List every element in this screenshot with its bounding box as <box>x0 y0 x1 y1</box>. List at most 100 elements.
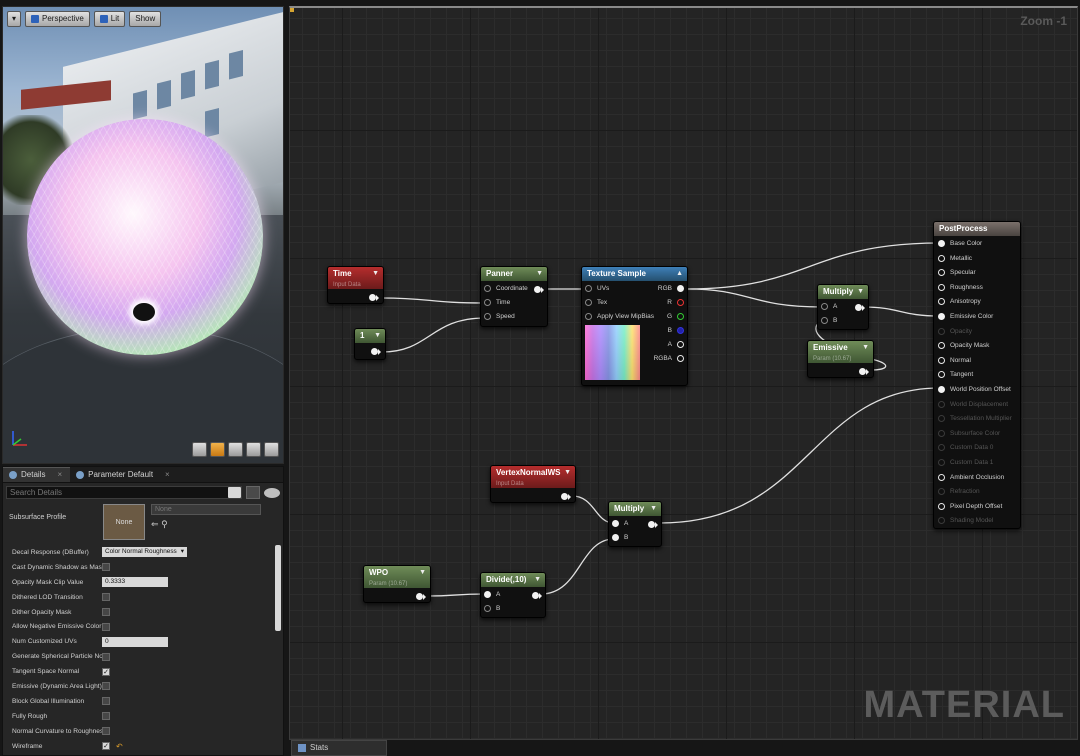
input-pin-time[interactable]: Time <box>484 299 510 306</box>
input-pin-b[interactable]: B <box>484 605 500 612</box>
node-vertex-normal-ws[interactable]: VertexNormalWS Input Data ▼ <box>490 465 576 503</box>
spherical-particle-normal-checkbox[interactable] <box>102 652 110 661</box>
node-panner[interactable]: Panner ▼ Coordinate Time Speed <box>480 266 548 327</box>
output-pin-a[interactable]: A <box>668 341 684 348</box>
material-graph[interactable]: Zoom -1 Time Input Data ▼ 1 ▼ Panner ▼ C… <box>289 6 1078 740</box>
viewport-options-dropdown[interactable]: ▾ <box>7 11 21 27</box>
sphere-preview-icon[interactable] <box>210 442 225 457</box>
postprocess-pin[interactable]: Normal <box>938 356 971 364</box>
normal-curvature-roughness-checkbox[interactable] <box>102 727 110 736</box>
postprocess-pin[interactable]: Specular <box>938 269 976 277</box>
collapse-arrow-icon[interactable]: ▼ <box>372 267 379 281</box>
subsurface-profile-thumbnail[interactable]: None <box>103 504 145 540</box>
fully-rough-checkbox[interactable] <box>102 712 110 721</box>
collapse-arrow-icon[interactable]: ▲ <box>676 267 683 281</box>
output-pin-g[interactable]: G <box>667 313 684 320</box>
collapse-arrow-icon[interactable]: ▼ <box>857 285 864 299</box>
collapse-arrow-icon[interactable]: ▼ <box>564 466 571 480</box>
wireframe-checkbox[interactable] <box>102 742 110 751</box>
dither-opacity-mask-checkbox[interactable] <box>102 608 110 616</box>
emissive-area-light-checkbox[interactable] <box>102 682 110 691</box>
input-pin-coordinate[interactable]: Coordinate <box>484 285 528 292</box>
block-global-illumination-checkbox[interactable] <box>102 697 110 706</box>
postprocess-pin[interactable]: Anisotropy <box>938 298 981 306</box>
preview-viewport[interactable]: ▾ Perspective Lit Show <box>2 6 284 464</box>
tab-parameter-defaults[interactable]: Parameter Default × <box>70 467 178 482</box>
postprocess-pin[interactable]: Custom Data 0 <box>938 444 993 452</box>
collapse-arrow-icon[interactable]: ▼ <box>650 502 657 516</box>
postprocess-pin[interactable]: Refraction <box>938 488 980 496</box>
tab-stats[interactable]: Stats <box>291 740 387 756</box>
decal-response-dropdown[interactable]: Color Normal Roughness ▾ <box>102 547 187 558</box>
postprocess-pin[interactable]: Base Color <box>938 240 982 247</box>
postprocess-pin[interactable]: Opacity Mask <box>938 342 989 350</box>
node-constant[interactable]: 1 ▼ <box>354 328 386 360</box>
node-postprocess-output[interactable]: PostProcess Base Color Metallic Specular Ro… <box>933 221 1021 529</box>
postprocess-pin[interactable]: Ambient Occlusion <box>938 473 1004 481</box>
output-pin-rgba[interactable]: RGBA <box>654 355 684 362</box>
grid-view-icon[interactable] <box>246 486 260 499</box>
collapse-arrow-icon[interactable]: ▼ <box>419 566 426 580</box>
close-icon[interactable]: × <box>165 467 170 483</box>
input-pin-mipbias[interactable]: Apply View MipBias <box>585 313 654 320</box>
close-icon[interactable]: × <box>57 467 62 483</box>
collapse-arrow-icon[interactable]: ▼ <box>534 573 541 587</box>
output-pin[interactable] <box>532 592 542 599</box>
postprocess-pin[interactable]: World Displacement <box>938 400 1008 408</box>
lit-button[interactable]: Lit <box>93 11 126 27</box>
input-pin-a[interactable]: A <box>484 591 500 598</box>
input-pin-speed[interactable]: Speed <box>484 313 515 320</box>
collapse-arrow-icon[interactable]: ▼ <box>374 329 381 343</box>
output-pin[interactable] <box>859 368 869 375</box>
custom-mesh-preview-icon[interactable] <box>264 442 279 457</box>
output-pin[interactable] <box>648 521 658 528</box>
node-texture-sample[interactable]: Texture Sample ▲ UVs Tex Apply View MipBi… <box>581 266 688 386</box>
node-multiply-emissive[interactable]: Multiply ▼ A B <box>817 284 869 330</box>
postprocess-pin[interactable]: World Position Offset <box>938 386 1011 393</box>
search-icon[interactable] <box>228 487 241 498</box>
dithered-lod-transition-checkbox[interactable] <box>102 593 110 602</box>
output-pin-b[interactable]: B <box>668 327 684 334</box>
collapse-arrow-icon[interactable]: ▼ <box>862 341 869 355</box>
cylinder-preview-icon[interactable] <box>192 442 207 457</box>
node-divide[interactable]: Divide(,10) ▼ A B <box>480 572 546 618</box>
tangent-space-normal-checkbox[interactable] <box>102 667 110 676</box>
node-multiply-wpo[interactable]: Multiply ▼ A B <box>608 501 662 547</box>
postprocess-pin[interactable]: Tangent <box>938 371 973 379</box>
output-pin[interactable] <box>371 348 381 355</box>
cast-dynamic-shadow-checkbox[interactable] <box>102 563 110 572</box>
output-pin[interactable] <box>369 294 379 301</box>
output-pin[interactable] <box>534 286 544 293</box>
eye-icon[interactable] <box>264 487 280 498</box>
cube-preview-icon[interactable] <box>246 442 261 457</box>
input-pin-b[interactable]: B <box>612 534 628 541</box>
browse-search-icon[interactable]: ⚲ <box>161 519 168 529</box>
show-button[interactable]: Show <box>129 11 162 27</box>
collapse-arrow-icon[interactable]: ▼ <box>536 267 543 281</box>
postprocess-pin[interactable]: Metallic <box>938 254 972 262</box>
use-selected-arrow-icon[interactable]: ⇐ <box>151 519 159 529</box>
output-pin[interactable] <box>855 304 865 311</box>
input-pin-b[interactable]: B <box>821 317 837 324</box>
postprocess-pin[interactable]: Custom Data 1 <box>938 459 993 466</box>
node-emissive-param[interactable]: Emissive Param (10.67) ▼ <box>807 340 874 378</box>
postprocess-pin[interactable]: Opacity <box>938 327 972 335</box>
num-customized-uvs-input[interactable]: 0 <box>102 636 168 647</box>
perspective-button[interactable]: Perspective <box>25 11 90 27</box>
output-pin[interactable] <box>561 493 571 500</box>
postprocess-pin[interactable]: Emissive Color <box>938 313 993 320</box>
postprocess-pin[interactable]: Pixel Depth Offset <box>938 502 1002 510</box>
node-time[interactable]: Time Input Data ▼ <box>327 266 384 304</box>
plane-preview-icon[interactable] <box>228 442 243 457</box>
postprocess-pin[interactable]: Roughness <box>938 283 983 291</box>
subsurface-profile-combo[interactable]: None <box>151 504 261 515</box>
details-search-input[interactable]: Search Details <box>6 486 242 499</box>
tab-details[interactable]: Details × <box>3 467 71 483</box>
allow-negative-emissive-checkbox[interactable] <box>102 622 110 631</box>
reset-to-default-icon[interactable]: ↶ <box>116 742 123 751</box>
node-wpo-param[interactable]: WPO Param (10.67) ▼ <box>363 565 431 603</box>
details-scrollbar[interactable] <box>275 545 281 631</box>
input-pin-a[interactable]: A <box>612 520 628 527</box>
opacity-mask-clip-value-input[interactable]: 0.3333 <box>102 577 168 588</box>
output-pin[interactable] <box>416 593 426 600</box>
